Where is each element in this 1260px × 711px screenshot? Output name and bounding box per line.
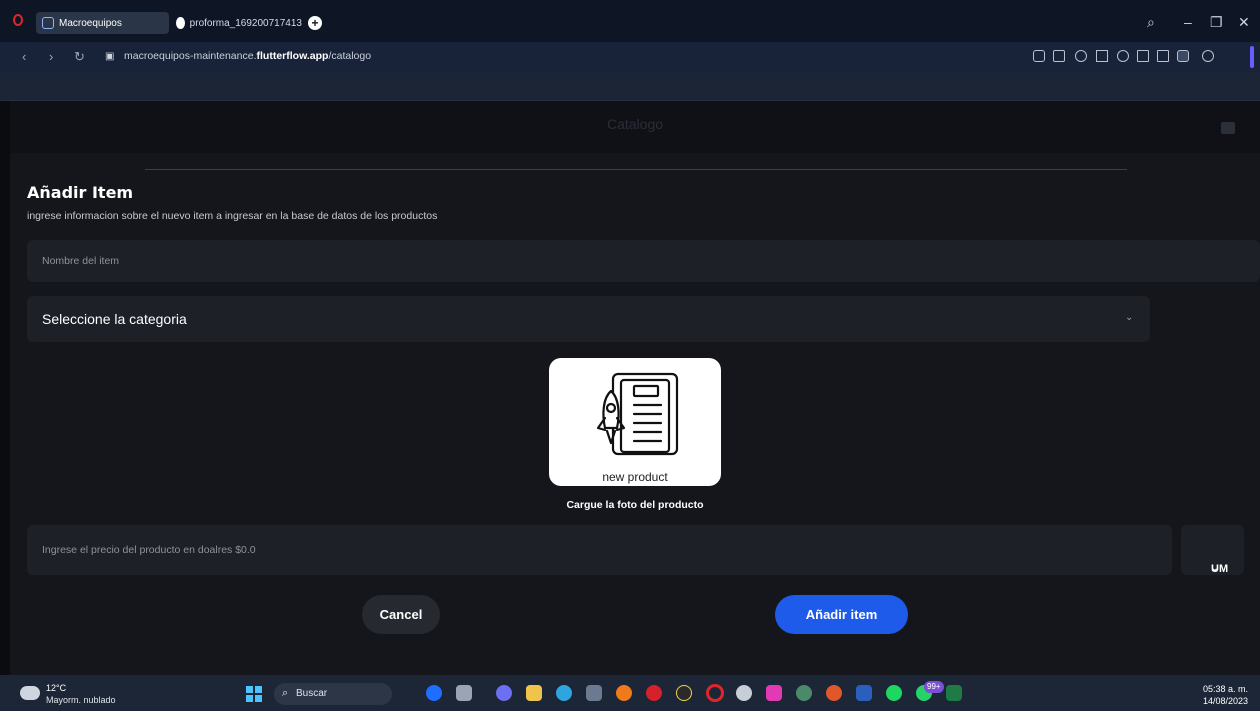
camera-icon[interactable]	[1053, 50, 1065, 62]
tab-label: Macroequipos	[59, 17, 122, 29]
opera-logo-icon[interactable]	[13, 14, 23, 26]
tab-proforma[interactable]: proforma_169200717413	[172, 12, 302, 34]
search-icon: ⌕	[282, 687, 289, 699]
store-icon[interactable]	[586, 685, 602, 701]
form-title: Añadir Item	[27, 183, 134, 202]
edge-icon[interactable]	[556, 685, 572, 701]
url-field[interactable]: macroequipos-maintenance.flutterflow.app…	[124, 50, 371, 62]
app-title: Catalogo	[606, 116, 664, 132]
shield-icon[interactable]	[1075, 50, 1087, 62]
app-green-icon[interactable]	[796, 685, 812, 701]
clock-time[interactable]: 05:38 a. m.	[1203, 684, 1248, 694]
excel-icon[interactable]	[946, 685, 962, 701]
chevron-down-icon: ⌄	[1125, 312, 1134, 323]
notification-badge: 99+	[924, 681, 944, 693]
url-prefix: macroequipos-maintenance.	[124, 50, 257, 62]
url-domain: flutterflow.app	[256, 50, 329, 62]
upload-label: Cargue la foto del producto	[566, 499, 704, 511]
chat-icon[interactable]	[496, 685, 512, 701]
play-icon[interactable]	[1096, 50, 1108, 62]
reload-icon[interactable]: ↻	[74, 49, 85, 65]
app-red-icon[interactable]	[646, 685, 662, 701]
tab-search-icon[interactable]: ⌕	[1147, 14, 1155, 31]
clock-date[interactable]: 14/08/2023	[1203, 696, 1248, 706]
product-image-upload[interactable]	[549, 358, 721, 486]
globe-icon	[176, 17, 185, 29]
extensions-icon[interactable]	[1202, 50, 1214, 62]
unit-dropdown[interactable]: UM ⌄	[1181, 525, 1244, 575]
firefox-icon[interactable]	[616, 685, 632, 701]
document-rocket-icon	[596, 372, 679, 456]
forward-icon[interactable]: ›	[49, 49, 53, 64]
minimize-icon[interactable]: –	[1184, 14, 1192, 30]
profile-icon[interactable]	[1177, 50, 1189, 62]
category-label: Seleccione la categoria	[42, 311, 187, 327]
task-view-icon[interactable]	[456, 685, 472, 701]
new-tab-button[interactable]: +	[308, 16, 322, 30]
taskbar-search[interactable]: ⌕ Buscar	[274, 683, 392, 705]
image-caption: new product	[602, 470, 668, 484]
tab-label: proforma_169200717413	[189, 17, 302, 29]
item-name-input[interactable]: Nombre del item	[27, 240, 1260, 282]
weather-desc[interactable]: Mayorm. nublado	[46, 695, 116, 705]
sheet-divider	[145, 169, 1127, 170]
bookmark-bar	[0, 72, 1260, 101]
cancel-button[interactable]: Cancel	[362, 595, 440, 634]
cart-icon[interactable]	[1221, 122, 1235, 134]
cloud-icon	[20, 686, 40, 700]
heart-icon[interactable]	[1117, 50, 1129, 62]
form-subtitle: ingrese informacion sobre el nuevo item …	[27, 210, 438, 222]
weather-temp[interactable]: 12°C	[46, 683, 66, 693]
windows-start-icon[interactable]	[246, 686, 262, 702]
menu-icon[interactable]	[1157, 50, 1169, 62]
category-dropdown[interactable]: Seleccione la categoria ⌄	[27, 296, 1150, 342]
app-circle-icon[interactable]	[676, 685, 692, 701]
price-input[interactable]: Ingrese el precio del producto en doalre…	[27, 525, 1172, 575]
lock-icon: ▣	[105, 51, 115, 62]
chevron-down-icon: ⌄	[1211, 563, 1219, 573]
database-icon	[42, 17, 54, 29]
tab-macroequipos[interactable]: Macroequipos	[36, 12, 169, 34]
close-icon[interactable]: ✕	[1238, 14, 1250, 31]
app-pink-icon[interactable]	[766, 685, 782, 701]
add-item-button[interactable]: Añadir item	[775, 595, 908, 634]
word-icon[interactable]	[856, 685, 872, 701]
file-explorer-icon[interactable]	[526, 685, 542, 701]
search-label: Buscar	[296, 688, 328, 699]
edit-icon[interactable]	[1033, 50, 1045, 62]
address-bar: ‹ › ↻ ▣ macroequipos-maintenance.flutter…	[0, 42, 1260, 72]
spotify-icon[interactable]	[886, 685, 902, 701]
price-placeholder: Ingrese el precio del producto en doalre…	[42, 544, 256, 556]
restore-icon[interactable]: ❐	[1210, 14, 1223, 31]
app-gray-icon[interactable]	[736, 685, 752, 701]
url-path: /catalogo	[328, 50, 372, 62]
sidebar-indicator	[1250, 46, 1254, 68]
browser-tab-strip: Macroequipos proforma_169200717413 + ⌕ –…	[0, 0, 1260, 42]
opera-taskbar-icon[interactable]	[706, 684, 724, 702]
powerpoint-icon[interactable]	[826, 685, 842, 701]
bing-icon[interactable]	[426, 685, 442, 701]
back-icon[interactable]: ‹	[22, 49, 26, 64]
item-name-placeholder: Nombre del item	[42, 255, 120, 267]
download-icon[interactable]	[1137, 50, 1149, 62]
